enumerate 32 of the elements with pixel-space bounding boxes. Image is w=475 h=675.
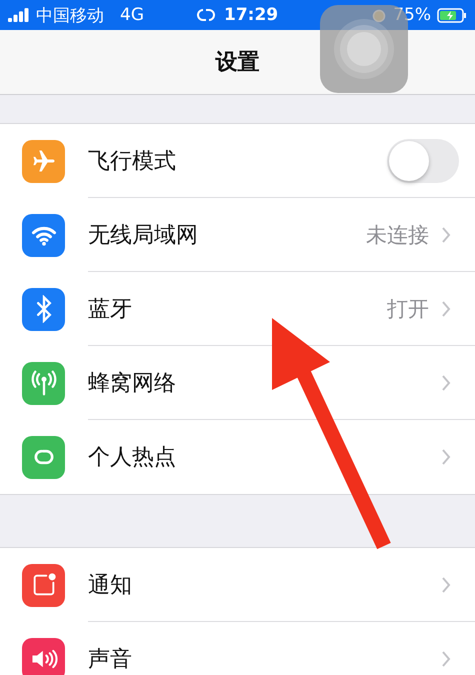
row-label: 蓝牙: [88, 296, 133, 324]
chevron-icon: [441, 576, 451, 594]
clock-time: 17:29: [224, 5, 278, 25]
circle-icon: [332, 17, 396, 81]
settings-row[interactable]: 声音: [0, 622, 475, 675]
settings-row[interactable]: 个人热点: [0, 420, 475, 494]
toggle-switch[interactable]: [387, 138, 459, 182]
signal-icon: [8, 8, 30, 22]
row-label: 飞行模式: [88, 148, 177, 176]
row-label: 通知: [88, 572, 133, 600]
carrier-name: 中国移动: [36, 4, 104, 26]
chevron-icon: [441, 650, 451, 668]
chevron-icon: [441, 374, 451, 392]
row-label: 个人热点: [88, 444, 177, 472]
antenna-icon: [28, 368, 58, 398]
battery-percent: 75%: [393, 5, 431, 25]
page-title: 设置: [216, 49, 260, 77]
bluetooth-icon: [34, 295, 52, 323]
network-type: 4G: [120, 5, 144, 25]
settings-row[interactable]: 飞行模式: [0, 124, 475, 198]
settings-row[interactable]: 通知: [0, 548, 475, 622]
row-value: 未连接: [366, 222, 429, 248]
chevron-icon: [441, 300, 451, 318]
chevron-icon: [441, 226, 451, 244]
chevron-icon: [441, 448, 451, 466]
row-label: 蜂窝网络: [88, 370, 177, 398]
row-value: 打开: [387, 296, 429, 322]
charging-battery-icon: [437, 8, 467, 22]
settings-row[interactable]: 无线局域网 未连接: [0, 198, 475, 272]
row-label: 无线局域网: [88, 222, 199, 250]
link-icon: [194, 8, 218, 22]
row-label: 声音: [88, 646, 133, 674]
